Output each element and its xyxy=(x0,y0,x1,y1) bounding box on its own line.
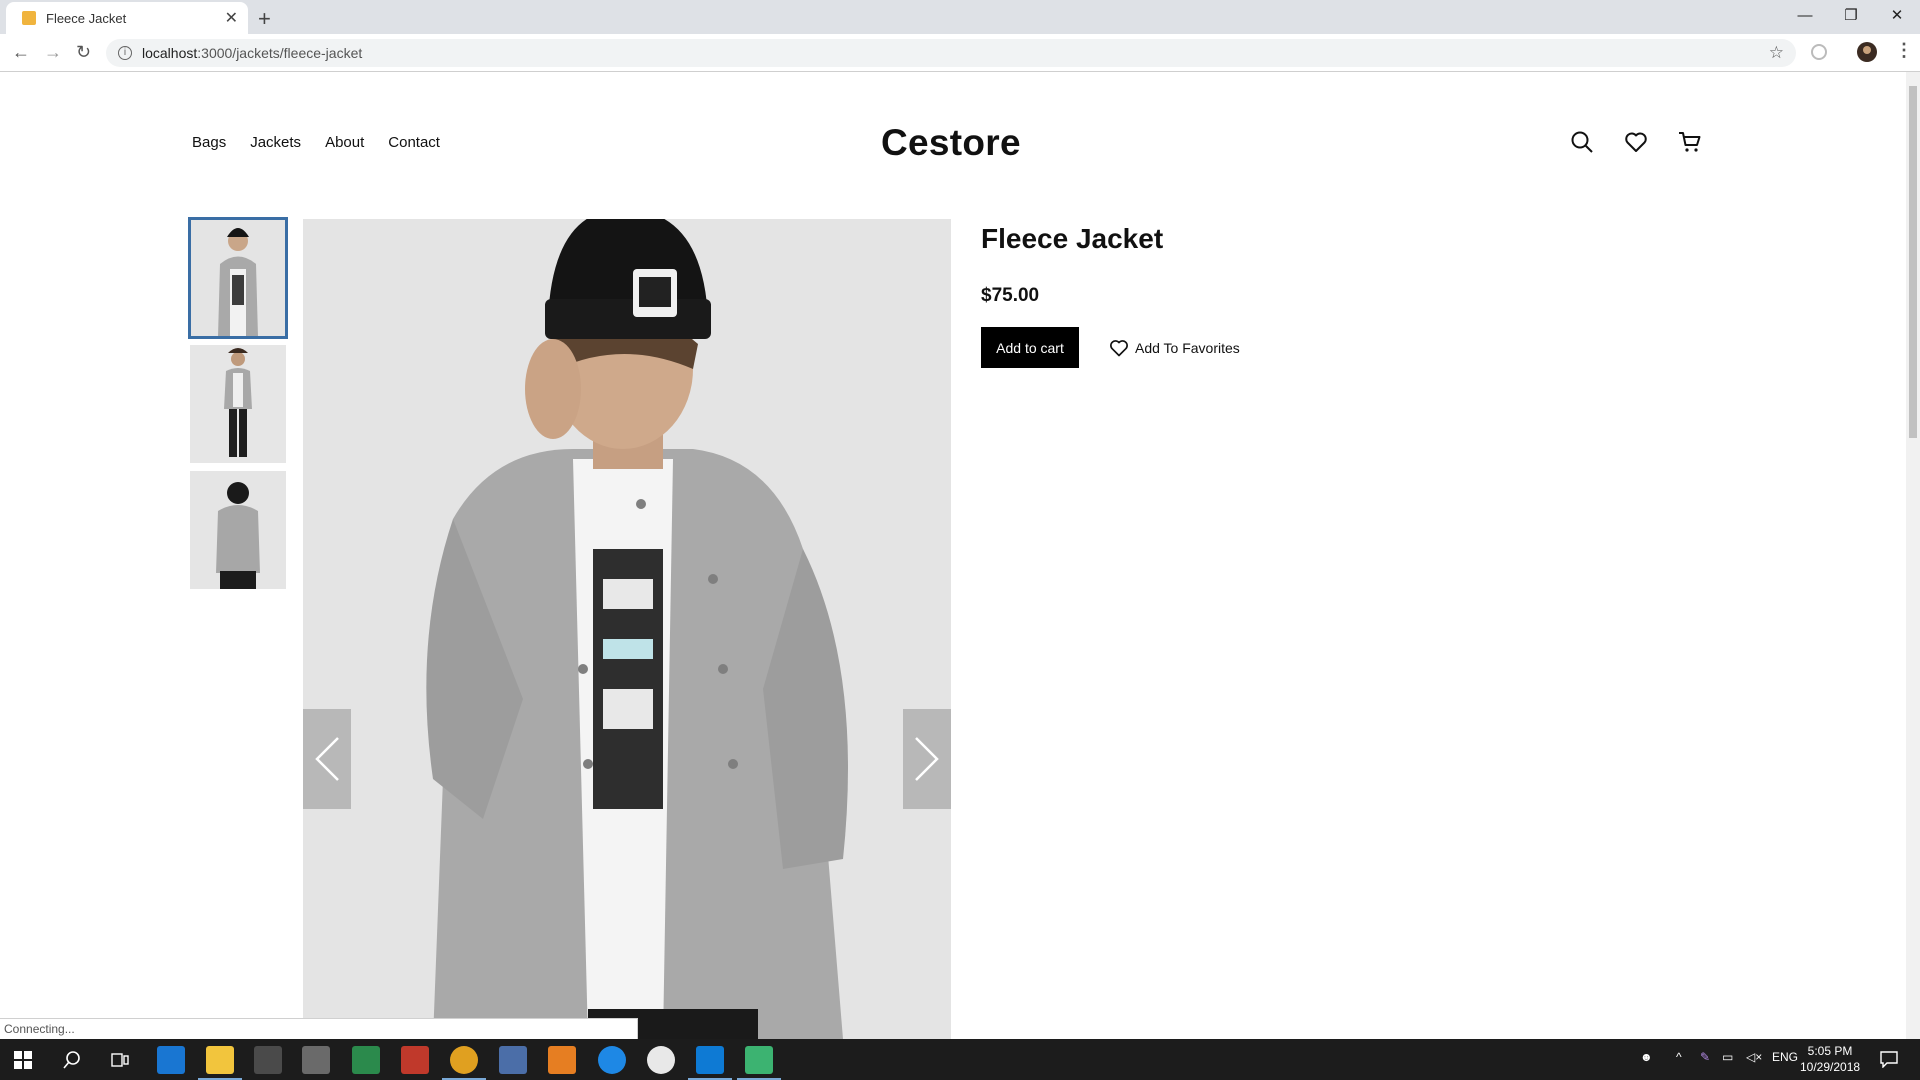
windows-start-icon[interactable] xyxy=(14,1051,32,1069)
mail-icon[interactable] xyxy=(302,1046,330,1074)
forward-icon[interactable]: → xyxy=(44,42,62,63)
menu-kebab-icon[interactable]: ⋮ xyxy=(1895,40,1913,61)
site-info-icon[interactable]: i xyxy=(118,46,132,60)
app-icon[interactable] xyxy=(401,1046,429,1074)
sublime-text-icon[interactable] xyxy=(548,1046,576,1074)
taskbar-clock[interactable]: 5:05 PM 10/29/2018 xyxy=(1800,1043,1860,1075)
add-to-favorites-button[interactable]: Add To Favorites xyxy=(1109,338,1240,358)
page: Bags Jackets About Contact Cestore Fleec… xyxy=(0,72,1906,1039)
back-icon[interactable]: ← xyxy=(12,42,30,63)
browser-tab[interactable]: Fleece Jacket ✕ xyxy=(6,2,248,34)
bookmark-star-icon[interactable]: ☆ xyxy=(1769,43,1784,63)
nav-about[interactable]: About xyxy=(325,134,364,151)
search-icon[interactable] xyxy=(1570,130,1594,154)
restore-icon[interactable]: ❐ xyxy=(1828,0,1874,30)
main-nav: Bags Jackets About Contact xyxy=(192,134,440,151)
browser-toolbar: ← → ↻ i localhost:3000/jackets/fleece-ja… xyxy=(0,34,1920,72)
product-price: $75.00 xyxy=(981,285,1040,306)
cart-icon[interactable] xyxy=(1678,130,1702,154)
pen-icon[interactable]: ✎ xyxy=(1700,1050,1710,1064)
people-icon[interactable]: ☻ xyxy=(1640,1050,1653,1064)
product-title: Fleece Jacket xyxy=(981,223,1164,254)
profile-avatar-icon[interactable] xyxy=(1856,41,1878,63)
vscode-icon[interactable] xyxy=(688,1046,732,1080)
language-indicator[interactable]: ENG xyxy=(1772,1050,1798,1064)
reload-icon[interactable]: ↻ xyxy=(76,42,91,63)
new-tab-icon[interactable]: + xyxy=(258,6,271,32)
taskbar-search-icon[interactable] xyxy=(62,1050,82,1070)
add-to-favorites-label: Add To Favorites xyxy=(1135,339,1240,356)
thumbnail-full-body[interactable] xyxy=(190,345,286,463)
product-photo xyxy=(303,219,951,1039)
remote-desktop-icon[interactable] xyxy=(499,1046,527,1074)
product-actions: Add to cart Add To Favorites xyxy=(981,327,1581,368)
minimize-icon[interactable]: — xyxy=(1782,0,1828,30)
browser-tab-bar: Fleece Jacket ✕ + — ❐ ✕ xyxy=(0,0,1920,34)
webstorm-icon[interactable] xyxy=(352,1046,380,1074)
nav-contact[interactable]: Contact xyxy=(388,134,440,151)
task-view-icon[interactable] xyxy=(110,1050,130,1070)
volume-muted-icon[interactable]: ◁× xyxy=(1746,1050,1762,1064)
nav-jackets[interactable]: Jackets xyxy=(250,134,301,151)
add-to-cart-button[interactable]: Add to cart xyxy=(981,327,1079,368)
url-host: localhost xyxy=(142,45,198,61)
url-path: :3000/jackets/fleece-jacket xyxy=(197,45,363,61)
nav-bags[interactable]: Bags xyxy=(192,134,226,151)
favorites-heart-icon[interactable] xyxy=(1624,130,1648,154)
terminal-icon[interactable] xyxy=(737,1046,781,1080)
network-icon[interactable]: ▭ xyxy=(1722,1050,1733,1064)
slack-icon[interactable] xyxy=(647,1046,675,1074)
page-scrollbar[interactable] xyxy=(1906,72,1920,1039)
close-window-icon[interactable]: ✕ xyxy=(1874,0,1920,30)
edge-icon[interactable] xyxy=(157,1046,185,1074)
product-main-image xyxy=(303,219,951,1039)
next-image-button[interactable] xyxy=(903,709,951,809)
action-center-icon[interactable] xyxy=(1880,1050,1898,1068)
clock-time: 5:05 PM xyxy=(1807,1044,1853,1058)
app-launcher-icon[interactable] xyxy=(598,1046,626,1074)
site-logo[interactable]: Cestore xyxy=(881,122,1021,164)
store-icon[interactable] xyxy=(254,1046,282,1074)
favicon-icon xyxy=(22,11,36,25)
chrome-icon[interactable] xyxy=(442,1046,486,1080)
prev-image-button[interactable] xyxy=(303,709,351,809)
heart-icon xyxy=(1110,339,1128,356)
header-actions xyxy=(1570,130,1702,154)
chevron-right-icon xyxy=(915,737,939,781)
address-bar[interactable]: i localhost:3000/jackets/fleece-jacket ☆ xyxy=(106,39,1796,67)
extension-icon[interactable] xyxy=(1810,43,1828,61)
tray-chevron-up-icon[interactable]: ^ xyxy=(1676,1050,1682,1064)
chevron-left-icon xyxy=(315,737,339,781)
status-bubble: Connecting... xyxy=(0,1018,638,1039)
scrollbar-thumb[interactable] xyxy=(1909,86,1917,438)
thumbnail-front[interactable] xyxy=(188,217,288,339)
thumbnail-back[interactable] xyxy=(190,471,286,589)
tab-close-icon[interactable]: ✕ xyxy=(225,8,238,28)
thumbnail-list xyxy=(188,217,290,597)
product-info: Fleece Jacket $75.00 Add to cart Add To … xyxy=(981,219,1581,368)
file-explorer-icon[interactable] xyxy=(198,1046,242,1080)
clock-date: 10/29/2018 xyxy=(1800,1060,1861,1074)
windows-taskbar: ☻ ^ ✎ ▭ ◁× ENG 5:05 PM 10/29/2018 xyxy=(0,1039,1920,1080)
tab-title: Fleece Jacket xyxy=(46,10,127,26)
